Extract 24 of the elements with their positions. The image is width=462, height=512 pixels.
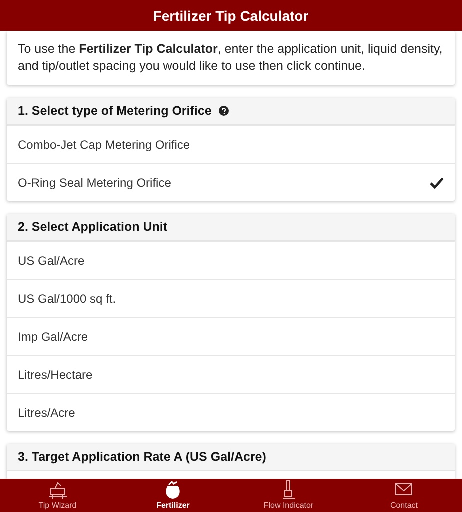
app-title: Fertilizer Tip Calculator bbox=[0, 0, 462, 31]
tab-item[interactable]: Fertilizer bbox=[116, 479, 231, 512]
option-label: US Gal/1000 sq ft. bbox=[18, 292, 116, 306]
option-row[interactable]: US Gal/1000 sq ft. bbox=[7, 279, 455, 317]
option-row[interactable]: O-Ring Seal Metering Orifice bbox=[7, 163, 455, 201]
option-row[interactable]: Combo-Jet Cap Metering Orifice bbox=[7, 125, 455, 163]
section-title: 3. Target Application Rate A (US Gal/Acre) bbox=[18, 450, 266, 464]
option-row[interactable]: Litres/Hectare bbox=[7, 355, 455, 393]
section-title: 2. Select Application Unit bbox=[18, 220, 168, 234]
option-row[interactable]: Imp Gal/Acre bbox=[7, 317, 455, 355]
option-label: Imp Gal/Acre bbox=[18, 330, 88, 344]
option-label: Litres/Acre bbox=[18, 406, 76, 420]
help-icon[interactable] bbox=[218, 106, 229, 116]
option-label: O-Ring Seal Metering Orifice bbox=[18, 176, 172, 190]
option-label: Litres/Hectare bbox=[18, 368, 93, 382]
section-title: 1. Select type of Metering Orifice bbox=[18, 104, 212, 118]
tab-item[interactable]: Tip Wizard bbox=[0, 479, 116, 512]
option-row[interactable]: US Gal/Acre bbox=[7, 241, 455, 279]
option-label: US Gal/Acre bbox=[18, 254, 85, 268]
option-row[interactable]: Litres/Acre bbox=[7, 393, 455, 431]
tab-item[interactable]: Flow Indicator bbox=[231, 479, 346, 512]
intro-text: To use the Fertilizer Tip Calculator, enter the application unit, liquid density, and tip/outlet spacing you would like to use then click continue. bbox=[17, 41, 444, 75]
option-label: Combo-Jet Cap Metering Orifice bbox=[18, 138, 190, 152]
tab-item[interactable]: Contact bbox=[346, 479, 462, 512]
